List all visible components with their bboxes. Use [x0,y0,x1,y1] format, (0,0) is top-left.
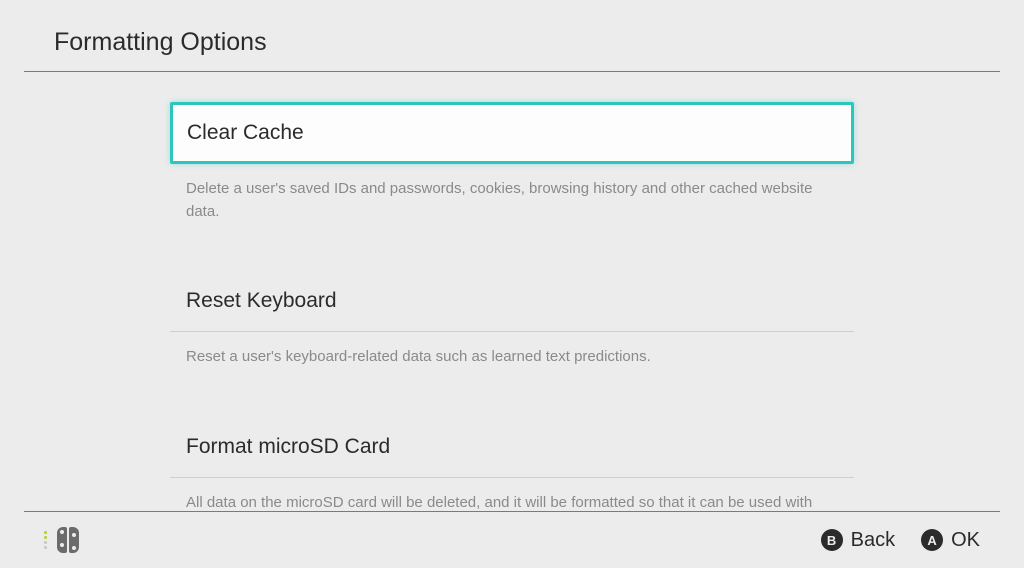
option-desc-clear-cache: Delete a user's saved IDs and passwords,… [170,164,854,223]
joycon-left-icon [57,527,67,553]
joycon-right-icon [69,527,79,553]
page-title: Formatting Options [54,28,1024,57]
header: Formatting Options [0,0,1024,71]
footer-right: B Back A OK [821,529,980,552]
back-label: Back [851,529,895,552]
option-block-clear-cache: Clear Cache Delete a user's saved IDs an… [170,102,854,223]
screen: Formatting Options Clear Cache Delete a … [0,0,1024,568]
ok-label: OK [951,529,980,552]
controller-icon [57,527,79,553]
ok-button[interactable]: A OK [921,529,980,552]
footer-left [44,527,79,553]
option-reset-keyboard[interactable]: Reset Keyboard [170,271,854,332]
option-block-reset-keyboard: Reset Keyboard Reset a user's keyboard-r… [170,271,854,369]
footer: B Back A OK [0,512,1024,568]
option-clear-cache[interactable]: Clear Cache [170,102,854,164]
controller-signal-icon [44,531,47,549]
back-button[interactable]: B Back [821,529,895,552]
option-desc-reset-keyboard: Reset a user's keyboard-related data suc… [170,332,854,369]
option-desc-format-sd: All data on the microSD card will be del… [170,478,854,512]
option-format-sd[interactable]: Format microSD Card [170,417,854,478]
option-label: Clear Cache [187,121,304,144]
b-button-icon: B [821,529,843,551]
option-label: Reset Keyboard [186,289,337,312]
option-label: Format microSD Card [186,435,390,458]
content-area: Clear Cache Delete a user's saved IDs an… [0,72,1024,511]
a-button-icon: A [921,529,943,551]
option-block-format-sd: Format microSD Card All data on the micr… [170,417,854,512]
